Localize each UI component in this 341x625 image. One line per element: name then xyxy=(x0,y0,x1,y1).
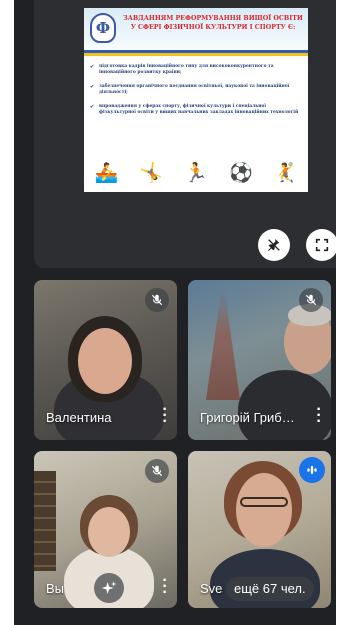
rowing-icon: 🚣 xyxy=(94,162,119,184)
glasses xyxy=(240,497,288,507)
audio-level-icon xyxy=(307,465,317,475)
visual-effects-button[interactable] xyxy=(94,573,124,603)
mic-off-icon xyxy=(151,465,163,477)
participant-name: Вы xyxy=(46,581,65,596)
ball-icon: ⚽ xyxy=(228,162,253,184)
participant-name: Григорій Гриб… xyxy=(200,410,295,425)
more-options-button[interactable]: · · · xyxy=(161,402,169,430)
mic-off-indicator xyxy=(145,459,169,483)
slide-color-bar xyxy=(84,50,308,56)
athlete-icon: 🤾 xyxy=(273,162,298,184)
unpin-button[interactable] xyxy=(258,229,290,261)
slide-bullet-list: підготовка кадрів інноваційного типу для… xyxy=(90,64,302,124)
bookshelf-background xyxy=(34,471,56,571)
screen-share-tile[interactable]: Ф ЗАВДАННЯМ РЕФОРМУВАННЯ ВИЩОЇ ОСВІТИ У … xyxy=(34,0,336,268)
presentation-slide: Ф ЗАВДАННЯМ РЕФОРМУВАННЯ ВИЩОЇ ОСВІТИ У … xyxy=(84,8,308,192)
runner-icon: 🏃 xyxy=(184,162,208,184)
participant-tile[interactable]: Sve ещё 67 чел. xyxy=(188,451,331,608)
mic-off-indicator xyxy=(145,288,169,312)
participant-name: Валентина xyxy=(46,410,112,425)
sparkle-icon xyxy=(101,581,117,594)
mic-off-indicator xyxy=(299,288,323,312)
participant-tile[interactable]: Валентина · · · xyxy=(34,280,177,440)
slide-bullet: забезпечення органічного поєднання освіт… xyxy=(90,84,302,96)
more-options-button[interactable]: · · · xyxy=(315,402,323,430)
participant-tile-self[interactable]: Вы · · · xyxy=(34,451,177,608)
speaking-indicator xyxy=(299,457,325,483)
slide-header: Ф ЗАВДАННЯМ РЕФОРМУВАННЯ ВИЩОЇ ОСВІТИ У … xyxy=(84,8,308,60)
slide-title-line-2: У СФЕРІ ФІЗИЧНОЇ КУЛЬТУРИ І СПОРТУ Є: xyxy=(130,24,296,31)
meet-app: Ф ЗАВДАННЯМ РЕФОРМУВАННЯ ВИЩОЇ ОСВІТИ У … xyxy=(14,0,336,625)
participant-name: Sve xyxy=(200,581,223,596)
slide-title: ЗАВДАННЯМ РЕФОРМУВАННЯ ВИЩОЇ ОСВІТИ У СФ… xyxy=(122,14,304,32)
mic-off-icon xyxy=(305,294,317,306)
slide-bullet: підготовка кадрів інноваційного типу для… xyxy=(90,64,302,76)
fullscreen-button[interactable] xyxy=(306,229,336,261)
gymnast-icon: 🤸 xyxy=(139,162,164,184)
mic-off-icon xyxy=(151,294,163,306)
more-participants-button[interactable]: ещё 67 чел. xyxy=(226,577,314,601)
fullscreen-icon xyxy=(315,238,329,252)
pin-off-icon xyxy=(268,239,280,251)
slide-bullet: впровадження у сферах спорту, фізичної к… xyxy=(90,104,302,116)
more-options-button[interactable]: · · · xyxy=(161,573,169,601)
sports-illustration: 🚣 🤸 🏃 ⚽ 🤾 xyxy=(84,154,308,192)
participant-tile[interactable]: Григорій Гриб… · · · xyxy=(188,280,331,440)
university-logo: Ф xyxy=(90,13,116,43)
eiffel-tower-background xyxy=(206,290,240,400)
slide-title-line-1: ЗАВДАННЯМ РЕФОРМУВАННЯ ВИЩОЇ ОСВІТИ xyxy=(123,15,303,22)
